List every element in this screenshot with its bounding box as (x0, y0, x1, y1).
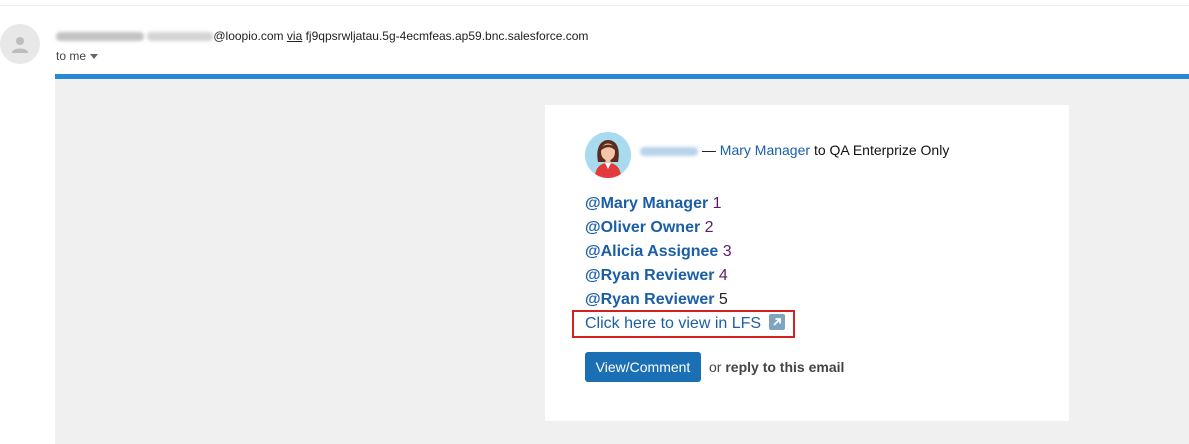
person-icon (12, 37, 28, 53)
notification-card: — Mary Manager to QA Enterprize Only @Ma… (545, 105, 1069, 421)
sender-avatar[interactable] (0, 24, 40, 64)
mention-number: 1 (712, 195, 722, 212)
mention-name[interactable]: @Mary Manager (585, 195, 708, 212)
user-avatar (585, 132, 631, 178)
redacted-sender-user (147, 32, 214, 42)
woman-avatar-icon (585, 132, 631, 178)
mention-name[interactable]: @Oliver Owner (585, 219, 700, 236)
actor-link[interactable]: Mary Manager (720, 142, 810, 158)
mention-name[interactable]: @Alicia Assignee (585, 243, 718, 260)
mention-line: @Ryan Reviewer 5 (585, 288, 732, 312)
mention-number: 4 (718, 267, 728, 284)
view-comment-button[interactable]: View/Comment (585, 352, 701, 382)
via-link[interactable]: via (287, 29, 302, 43)
via-address: fj9qpsrwljatau.5g-4ecmfeas.ap59.bnc.sale… (305, 29, 589, 43)
reply-action: reply to this email (725, 359, 845, 375)
accent-bar (55, 74, 1189, 79)
mention-line: @Alicia Assignee 3 (585, 240, 732, 264)
sender-domain: @loopio.com (213, 29, 284, 43)
reply-or: or (709, 359, 722, 375)
notification-header: — Mary Manager to QA Enterprize Only (640, 142, 949, 158)
mention-number: 5 (718, 291, 728, 308)
mention-name[interactable]: @Ryan Reviewer (585, 291, 714, 308)
reply-hint: or reply to this email (709, 359, 844, 375)
mention-number: 3 (722, 243, 732, 260)
sender-line: @loopio.com via fj9qpsrwljatau.5g-4ecmfe… (56, 29, 588, 43)
recipient-label: to me (56, 49, 87, 63)
chevron-down-icon (90, 54, 99, 60)
view-in-lfs-label: Click here to view in LFS (585, 315, 762, 332)
target-text: to QA Enterprize Only (813, 142, 950, 158)
mention-list: @Mary Manager 1 @Oliver Owner 2 @Alicia … (585, 192, 732, 312)
header-separator: — (701, 142, 716, 158)
top-divider (0, 5, 1189, 6)
recipient-details-toggle[interactable]: to me (56, 49, 99, 63)
mention-line: @Oliver Owner 2 (585, 216, 732, 240)
mention-number: 2 (704, 219, 714, 236)
view-in-lfs-link[interactable]: Click here to view in LFS (585, 313, 785, 335)
external-link-icon (768, 314, 785, 330)
redacted-sender-name (56, 32, 144, 42)
mention-line: @Ryan Reviewer 4 (585, 264, 732, 288)
mention-name[interactable]: @Ryan Reviewer (585, 267, 714, 284)
mention-line: @Mary Manager 1 (585, 192, 732, 216)
redacted-record-id (640, 146, 698, 156)
email-body: — Mary Manager to QA Enterprize Only @Ma… (55, 74, 1189, 444)
